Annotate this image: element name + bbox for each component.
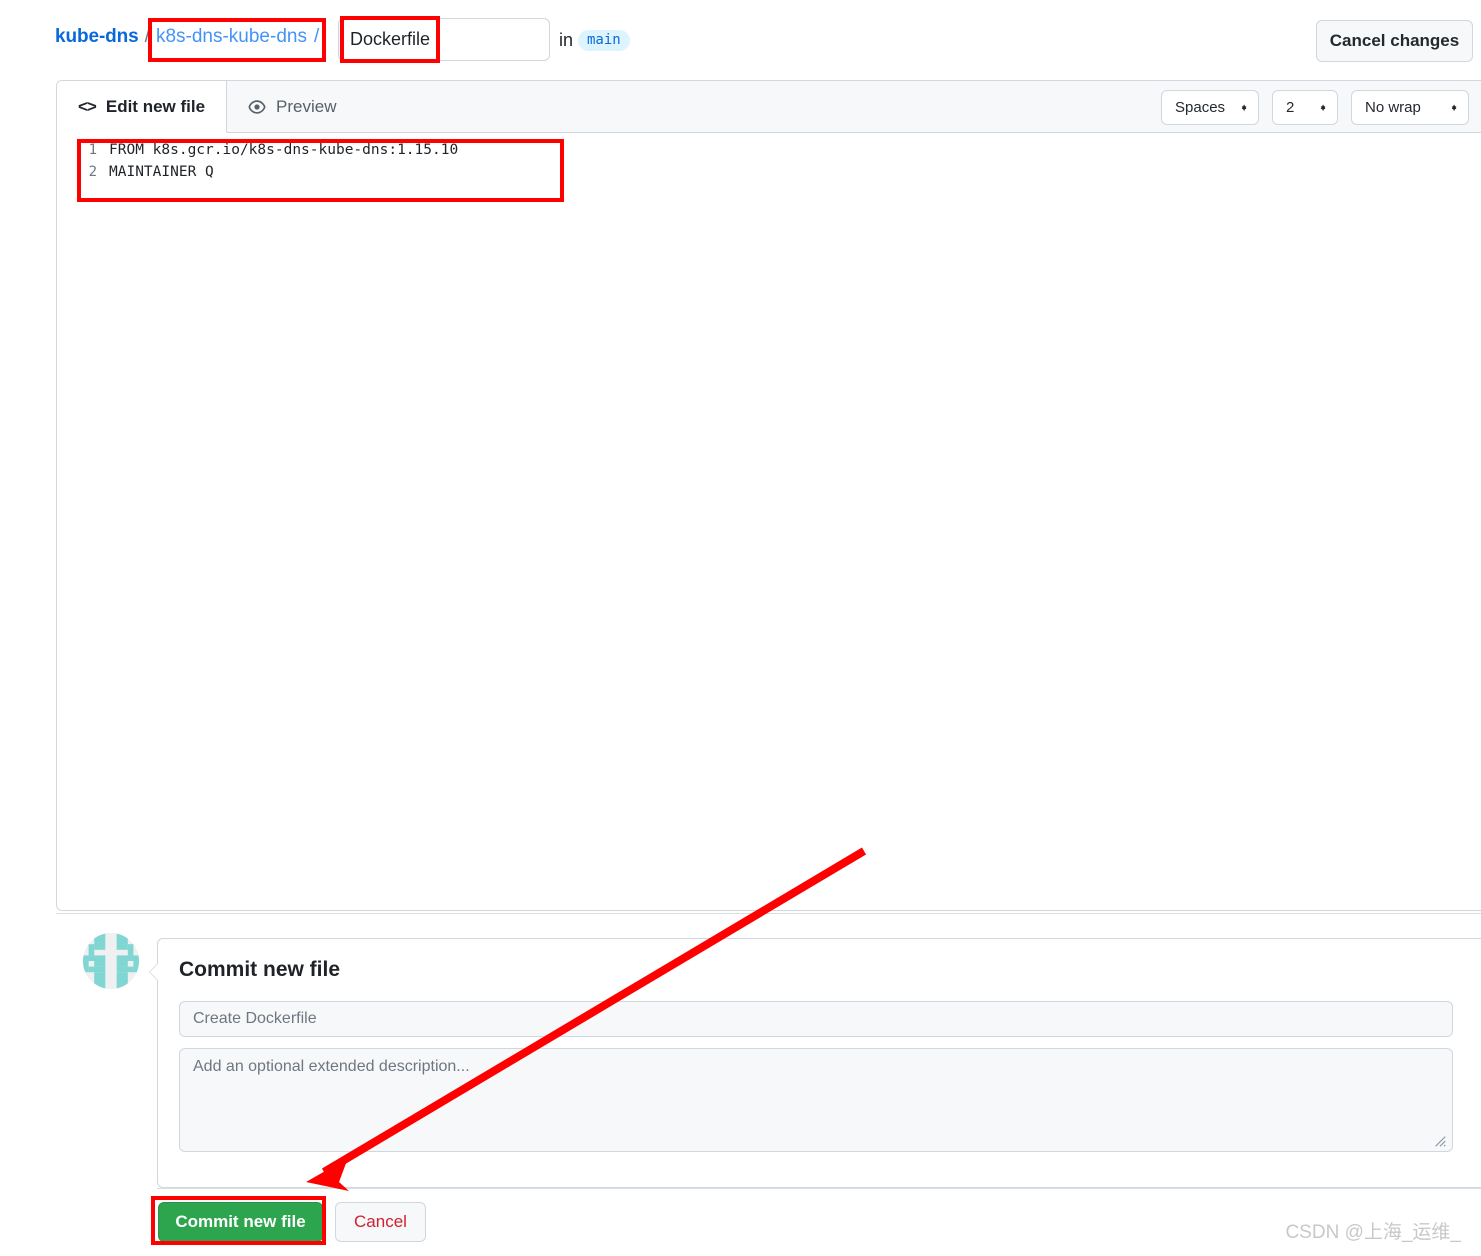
filename-input[interactable]: Dockerfile [338,18,550,61]
code-line: 2 MAINTAINER Q [57,161,1481,183]
file-editor-container: <> Edit new file Preview Spaces ▲ ▼ 2 ▲ … [56,80,1481,911]
tab-preview[interactable]: Preview [227,81,357,133]
editor-tabs: <> Edit new file Preview [57,81,358,133]
github-new-file-editor-page: kube-dns / k8s-dns-kube-dns / Dockerfile… [0,0,1481,1256]
indent-mode-select[interactable]: Spaces ▲ ▼ [1161,90,1259,125]
line-number: 2 [88,164,97,180]
commit-actions-divider [157,1188,1481,1189]
chevron-updown-icon: ▲ ▼ [1450,101,1458,113]
branch-badge: main [578,30,630,51]
wrap-mode-select[interactable]: No wrap ▲ ▼ [1351,90,1469,125]
indent-size-select[interactable]: 2 ▲ ▼ [1272,90,1338,125]
cancel-changes-button[interactable]: Cancel changes [1316,20,1473,62]
section-divider [56,913,1481,914]
tab-preview-label: Preview [276,97,337,116]
filename-value: Dockerfile [350,29,431,49]
tab-edit-new-file[interactable]: <> Edit new file [57,81,228,133]
code-icon: <> [78,96,97,116]
chevron-updown-icon: ▲ ▼ [1319,101,1327,113]
breadcrumb-repo-link[interactable]: kube-dns [55,26,139,48]
breadcrumb: kube-dns / k8s-dns-kube-dns / [55,26,319,48]
editor-toolbar: <> Edit new file Preview Spaces ▲ ▼ 2 ▲ … [57,81,1481,133]
breadcrumb-separator-1: / [144,26,150,47]
line-content: FROM k8s.gcr.io/k8s-dns-kube-dns:1.15.10 [109,142,459,158]
watermark: CSDN @上海_运维_ [1285,1222,1461,1243]
line-content: MAINTAINER Q [109,164,214,180]
breadcrumb-separator-2: / [313,26,320,47]
line-number: 1 [88,142,97,158]
commit-description-textarea[interactable]: Add an optional extended description... [179,1048,1453,1152]
cancel-changes-label: Cancel changes [1329,31,1460,50]
editor-settings: Spaces ▲ ▼ 2 ▲ ▼ No wrap ▲ ▼ [1161,90,1469,125]
commit-message-placeholder: Create Dockerfile [193,1010,317,1027]
wrap-mode-value: No wrap [1365,99,1421,116]
breadcrumb-directory-link[interactable]: k8s-dns-kube-dns [156,26,307,48]
resize-grip-icon[interactable] [1433,1134,1447,1148]
cancel-button[interactable]: Cancel [335,1202,426,1242]
code-line: 1 FROM k8s.gcr.io/k8s-dns-kube-dns:1.15.… [57,139,1481,161]
commit-form: Commit new file Create Dockerfile Add an… [149,938,1481,1188]
commit-actions: Commit new file Cancel [158,1202,426,1242]
commit-description-placeholder: Add an optional extended description... [193,1058,470,1075]
avatar [83,933,139,989]
commit-form-title: Commit new file [179,958,341,981]
file-header: kube-dns / k8s-dns-kube-dns / Dockerfile… [0,0,1481,80]
callout-arrow-fill [150,963,159,981]
tab-edit-label: Edit new file [105,96,206,116]
code-editor[interactable]: 1 FROM k8s.gcr.io/k8s-dns-kube-dns:1.15.… [57,133,1481,910]
commit-new-file-button[interactable]: Commit new file [158,1202,323,1242]
eye-icon [248,98,266,116]
cancel-button-label: Cancel [354,1212,407,1231]
indent-size-value: 2 [1286,99,1295,116]
indent-mode-value: Spaces [1175,99,1226,116]
in-label: in [559,30,574,50]
commit-button-label: Commit new file [175,1212,306,1231]
commit-message-input[interactable]: Create Dockerfile [179,1001,1453,1037]
chevron-updown-icon: ▲ ▼ [1240,101,1248,113]
